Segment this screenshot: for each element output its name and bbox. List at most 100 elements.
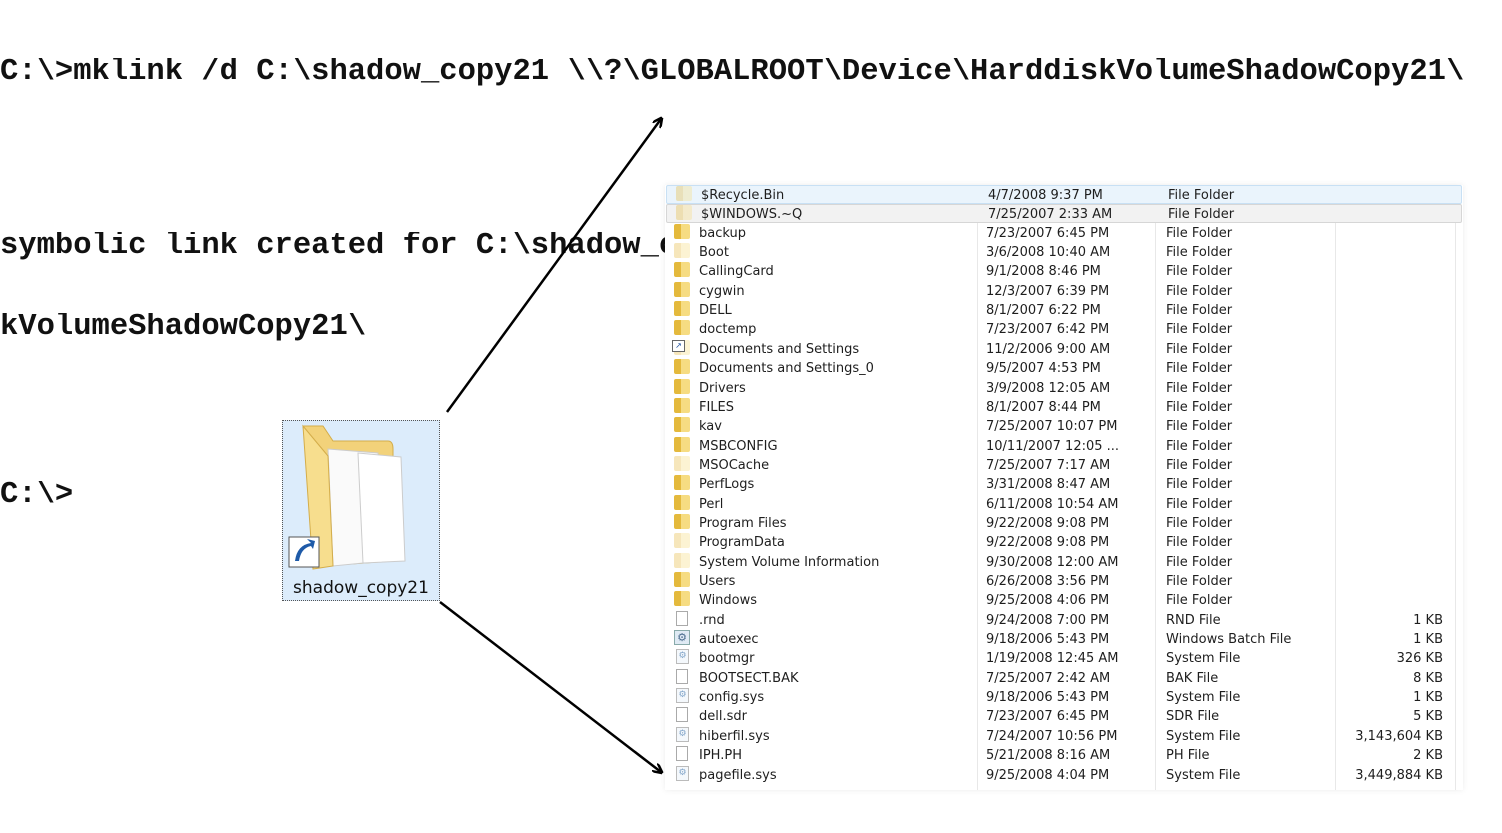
- file-row[interactable]: ⚙ pagefile.sys 9/25/2008 4:04 PM System Fil…: [665, 765, 1463, 785]
- file-type: File Folder: [1166, 322, 1233, 338]
- file-type: SDR File: [1166, 709, 1220, 725]
- file-size: 1 KB: [1413, 690, 1443, 706]
- file-row[interactable]: Program Files 9/22/2008 9:08 PM File Folde…: [665, 513, 1463, 533]
- file-type: File Folder: [1166, 515, 1233, 531]
- file-date-modified: 9/25/2008 4:06 PM: [986, 593, 1110, 609]
- file-date-modified: 7/23/2007 6:45 PM: [986, 225, 1110, 241]
- folder-shortcut-icon: [288, 424, 406, 570]
- file-row[interactable]: ⚙ hiberfil.sys 7/24/2007 10:56 PM System Fi…: [665, 726, 1463, 746]
- file-name: Drivers: [699, 380, 746, 396]
- hidden-folder-icon: [674, 455, 690, 471]
- file-date-modified: 9/22/2008 9:08 PM: [986, 535, 1110, 551]
- file-row[interactable]: CallingCard 9/1/2008 8:46 PM File Folder: [665, 262, 1463, 281]
- file-name: .rnd: [699, 612, 725, 628]
- folder-icon: [674, 397, 690, 413]
- file-date-modified: 9/22/2008 9:08 PM: [986, 515, 1110, 531]
- file-date-modified: 12/3/2007 6:39 PM: [986, 283, 1110, 299]
- file-row[interactable]: ProgramData 9/22/2008 9:08 PM File Folder: [665, 533, 1463, 552]
- file-name: $Recycle.Bin: [701, 188, 785, 203]
- file-type: System File: [1166, 767, 1241, 783]
- file-type: File Folder: [1166, 225, 1233, 241]
- file-row[interactable]: Drivers 3/9/2008 12:05 AM File Folder: [665, 378, 1463, 398]
- file-date-modified: 9/25/2008 4:04 PM: [986, 767, 1110, 783]
- file-type: System File: [1166, 728, 1241, 744]
- file-row[interactable]: ↗ Documents and Settings 11/2/2006 9:00 AM…: [665, 339, 1463, 359]
- file-row[interactable]: Perl 6/11/2008 10:54 AM File Folder: [665, 494, 1463, 514]
- desktop-icon-shadow-copy21[interactable]: shadow_copy21: [282, 420, 440, 601]
- folder-icon: [674, 223, 690, 239]
- file-type: Windows Batch File: [1166, 632, 1292, 648]
- file-row[interactable]: PerfLogs 3/31/2008 8:47 AM File Folder: [665, 475, 1463, 494]
- file-name: ProgramData: [699, 535, 785, 551]
- file-date-modified: 6/11/2008 10:54 AM: [986, 496, 1119, 512]
- file-date-modified: 8/1/2007 8:44 PM: [986, 399, 1101, 415]
- file-type: File Folder: [1166, 361, 1233, 377]
- file-date-modified: 6/26/2008 3:56 PM: [986, 574, 1110, 589]
- file-row[interactable]: Boot 3/6/2008 10:40 AM File Folder: [665, 243, 1463, 262]
- file-date-modified: 9/30/2008 12:00 AM: [986, 554, 1119, 570]
- file-row[interactable]: ⚙ config.sys 9/18/2006 5:43 PM System File 1…: [665, 688, 1463, 707]
- file-date-modified: 5/21/2008 8:16 AM: [986, 748, 1111, 764]
- file-row[interactable]: System Volume Information 9/30/2008 12:00…: [665, 552, 1463, 572]
- system-file-icon: ⚙: [676, 726, 689, 742]
- file-row[interactable]: kav 7/25/2007 10:07 PM File Folder: [665, 417, 1463, 436]
- file-date-modified: 9/1/2008 8:46 PM: [986, 264, 1101, 280]
- file-name: autoexec: [699, 632, 759, 648]
- folder-icon: [674, 281, 690, 297]
- folder-icon: [674, 301, 690, 317]
- file-name: hiberfil.sys: [699, 728, 770, 744]
- system-file-icon: ⚙: [676, 688, 689, 704]
- file-row[interactable]: dell.sdr 7/23/2007 6:45 PM SDR File 5 KB: [665, 707, 1463, 726]
- file-row[interactable]: IPH.PH 5/21/2008 8:16 AM PH File 2 KB: [665, 746, 1463, 765]
- file-row[interactable]: Windows 9/25/2008 4:06 PM File Folder: [665, 591, 1463, 610]
- file-name: cygwin: [699, 283, 745, 299]
- folder-icon: [674, 475, 690, 491]
- arrow-to-file-list: [439, 601, 661, 772]
- file-row[interactable]: cygwin 12/3/2007 6:39 PM File Folder: [665, 281, 1463, 301]
- file-row[interactable]: DELL 8/1/2007 6:22 PM File Folder: [665, 301, 1463, 320]
- file-row[interactable]: BOOTSECT.BAK 7/25/2007 2:42 AM BAK File 8 K…: [665, 668, 1463, 688]
- file-row[interactable]: ⚙ bootmgr 1/19/2008 12:45 AM System File 326…: [665, 649, 1463, 668]
- file-row[interactable]: FILES 8/1/2007 8:44 PM File Folder: [665, 397, 1463, 417]
- file-type: BAK File: [1166, 670, 1219, 686]
- file-row[interactable]: ⚙ autoexec 9/18/2006 5:43 PM Windows Batch …: [665, 630, 1463, 649]
- file-name: Perl: [699, 496, 724, 512]
- file-row[interactable]: Users 6/26/2008 3:56 PM File Folder: [665, 572, 1463, 591]
- file-size: 1 KB: [1413, 632, 1443, 648]
- file-name: config.sys: [699, 690, 765, 706]
- file-date-modified: 3/31/2008 8:47 AM: [986, 477, 1111, 493]
- file-row[interactable]: Documents and Settings_0 9/5/2007 4:53 PM…: [665, 359, 1463, 378]
- file-row[interactable]: $Recycle.Bin 4/7/2008 9:37 PM File Folder: [666, 185, 1462, 204]
- file-name: doctemp: [699, 322, 757, 338]
- file-row[interactable]: MSBCONFIG 10/11/2007 12:05 ... File Folder: [665, 436, 1463, 456]
- file-date-modified: 11/2/2006 9:00 AM: [986, 341, 1111, 357]
- folder-icon: [674, 359, 690, 375]
- file-size: 1 KB: [1413, 612, 1443, 628]
- file-name: IPH.PH: [699, 748, 742, 764]
- file-type: File Folder: [1166, 399, 1233, 415]
- file-date-modified: 7/25/2007 10:07 PM: [986, 419, 1118, 435]
- file-type: File Folder: [1166, 341, 1233, 357]
- folder-icon: [674, 591, 690, 607]
- file-name: Documents and Settings: [699, 341, 860, 357]
- file-date-modified: 7/24/2007 10:56 PM: [986, 728, 1118, 744]
- file-name: Boot: [699, 245, 729, 261]
- file-row[interactable]: $WINDOWS.~Q 7/25/2007 2:33 AM File Folder: [666, 204, 1462, 224]
- file-row[interactable]: backup 7/23/2007 6:45 PM File Folder: [665, 223, 1463, 243]
- file-date-modified: 7/25/2007 7:17 AM: [986, 457, 1111, 473]
- hidden-folder-icon: [674, 243, 690, 259]
- file-date-modified: 3/9/2008 12:05 AM: [986, 380, 1111, 396]
- file-name: pagefile.sys: [699, 767, 777, 783]
- file-name: $WINDOWS.~Q: [701, 207, 803, 223]
- file-row[interactable]: .rnd 9/24/2008 7:00 PM RND File 1 KB: [665, 610, 1463, 630]
- file-row[interactable]: MSOCache 7/25/2007 7:17 AM File Folder: [665, 455, 1463, 475]
- file-row[interactable]: doctemp 7/23/2007 6:42 PM File Folder: [665, 320, 1463, 339]
- file-list: $Recycle.Bin 4/7/2008 9:37 PM File Folder $…: [665, 185, 1463, 790]
- file-type: File Folder: [1166, 283, 1233, 299]
- file-date-modified: 7/25/2007 2:33 AM: [988, 207, 1113, 223]
- file-type: System File: [1166, 690, 1241, 706]
- file-name: Documents and Settings_0: [699, 361, 874, 377]
- folder-icon: [674, 262, 690, 278]
- folder-icon: [674, 436, 690, 452]
- file-date-modified: 7/23/2007 6:42 PM: [986, 322, 1110, 338]
